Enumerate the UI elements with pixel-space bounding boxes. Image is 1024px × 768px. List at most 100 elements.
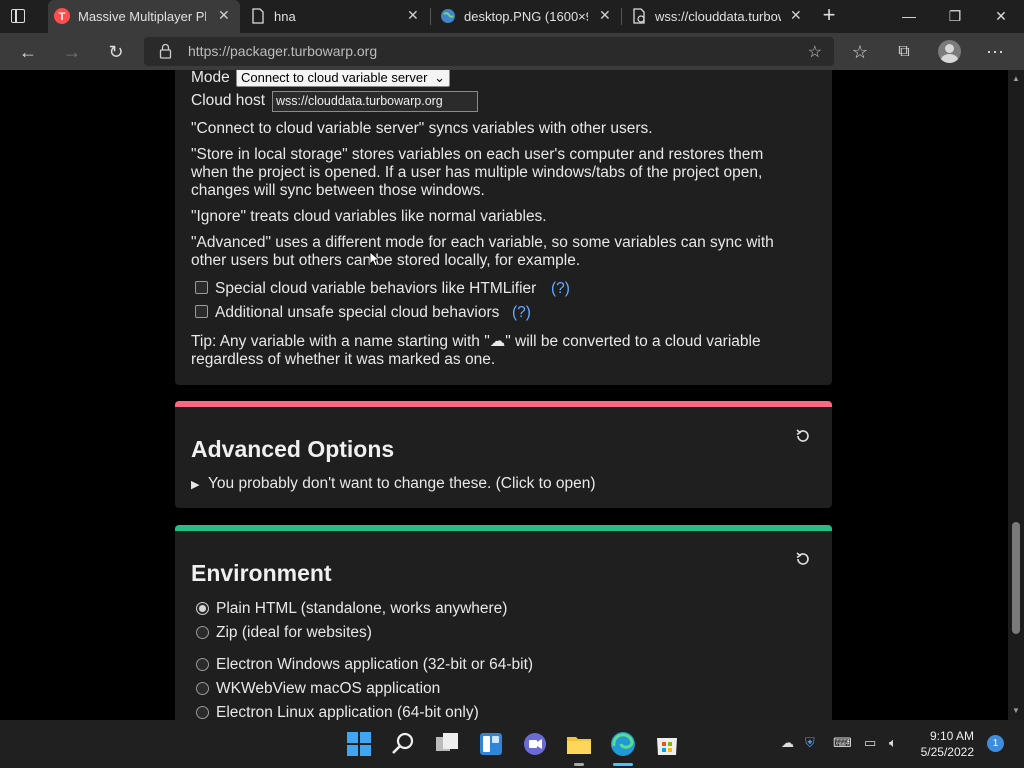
tab-clouddata[interactable]: wss://clouddata.turbow ✕ xyxy=(625,0,811,33)
svg-text:T: T xyxy=(59,11,66,23)
advanced-options-summary[interactable]: You probably don't want to change these.… xyxy=(208,475,596,493)
unsafe-cloud-behaviors-checkbox[interactable] xyxy=(195,305,208,318)
environment-title: Environment xyxy=(191,560,332,586)
cloud-desc-advanced-1: "Advanced" uses a different mode for eac… xyxy=(191,234,774,251)
running-indicator xyxy=(574,763,584,766)
env-radio-electron-linux[interactable] xyxy=(196,706,209,719)
document-icon xyxy=(633,8,645,24)
tab-title: Massive Multiplayer Pla xyxy=(78,9,206,24)
tab-title: desktop.PNG (1600×90 xyxy=(464,9,588,24)
clock-date: 5/25/2022 xyxy=(920,745,974,759)
advanced-options-card: Advanced Options ▶ You probably don't wa… xyxy=(175,401,832,508)
browser-tab-strip: T Massive Multiplayer Pla ✕ hna ✕ deskto… xyxy=(0,0,1024,33)
chevron-down-icon: ⌄ xyxy=(434,70,445,85)
minimize-button[interactable]: — xyxy=(886,0,932,33)
new-tab-button[interactable]: + xyxy=(818,4,840,26)
favorites-icon[interactable]: ☆ xyxy=(847,39,873,65)
advanced-options-title: Advanced Options xyxy=(191,436,395,462)
turbowarp-icon: T xyxy=(54,8,70,24)
refresh-button[interactable]: ↻ xyxy=(103,39,129,65)
collections-icon[interactable]: ⧉ xyxy=(891,39,917,65)
back-button[interactable]: ← xyxy=(15,39,41,65)
reset-icon[interactable] xyxy=(794,550,812,568)
security-warning-icon[interactable]: ⛨ xyxy=(805,735,815,751)
special-cloud-behaviors-checkbox[interactable] xyxy=(195,281,208,294)
help-link[interactable]: (?) xyxy=(512,304,531,322)
url-text[interactable]: https://packager.turbowarp.org xyxy=(188,43,377,59)
network-icon[interactable]: ▭ xyxy=(864,735,876,751)
notification-badge[interactable]: 1 xyxy=(987,735,1004,752)
cloud-variables-card: Mode Connect to cloud variable server ⌄ … xyxy=(175,70,832,385)
search-icon[interactable] xyxy=(388,729,418,759)
edge-browser-icon[interactable] xyxy=(608,729,638,759)
settings-menu-icon[interactable]: ⋯ xyxy=(982,39,1008,65)
close-icon[interactable]: ✕ xyxy=(218,7,230,24)
onedrive-offline-icon[interactable]: ☁ xyxy=(781,735,794,751)
forward-button[interactable]: → xyxy=(59,39,85,65)
keyboard-icon[interactable]: ⌨ xyxy=(833,735,852,751)
microsoft-store-icon[interactable] xyxy=(652,729,682,759)
cloud-desc-local-3: changes will sync between those windows. xyxy=(191,182,485,199)
scrollbar-thumb[interactable] xyxy=(1012,522,1020,634)
env-radio-electron-windows[interactable] xyxy=(196,658,209,671)
tab-actions-icon[interactable] xyxy=(11,9,25,23)
page-scrollbar[interactable]: ▲ ▼ xyxy=(1008,70,1024,720)
cloud-desc-ignore: "Ignore" treats cloud variables like nor… xyxy=(191,208,547,225)
env-option-label[interactable]: Plain HTML (standalone, works anywhere) xyxy=(216,600,507,618)
task-view-icon[interactable] xyxy=(432,729,462,759)
scroll-up-icon[interactable]: ▲ xyxy=(1012,74,1020,83)
globe-icon xyxy=(441,9,455,23)
page-content: Mode Connect to cloud variable server ⌄ … xyxy=(0,70,1008,720)
lock-icon[interactable] xyxy=(159,43,172,59)
env-option-label[interactable]: Electron Linux application (64-bit only) xyxy=(216,704,479,720)
help-link[interactable]: (?) xyxy=(551,280,570,298)
close-icon[interactable]: ✕ xyxy=(407,7,419,24)
close-icon[interactable]: ✕ xyxy=(790,7,802,24)
windows-taskbar: ☁ ⛨ ⌨ ▭ 🔈︎ 9:10 AM 5/25/2022 1 xyxy=(0,720,1024,768)
cloud-desc-connect: "Connect to cloud variable server" syncs… xyxy=(191,120,653,137)
active-indicator xyxy=(613,763,633,766)
env-radio-wkwebview-mac[interactable] xyxy=(196,682,209,695)
card-accent-bar xyxy=(175,401,832,407)
file-explorer-icon[interactable] xyxy=(564,729,594,759)
env-option-label[interactable]: Electron Windows application (32-bit or … xyxy=(216,656,533,674)
env-radio-zip[interactable] xyxy=(196,626,209,639)
tab-hna[interactable]: hna ✕ xyxy=(244,0,430,33)
cloud-desc-local-1: "Store in local storage" stores variable… xyxy=(191,146,764,163)
close-icon[interactable]: ✕ xyxy=(599,7,611,24)
cloud-desc-local-2: when the project is opened. If a user ha… xyxy=(191,164,763,181)
tab-desktop-png[interactable]: desktop.PNG (1600×90 ✕ xyxy=(434,0,620,33)
disclosure-triangle-icon[interactable]: ▶ xyxy=(191,476,199,494)
profile-avatar[interactable] xyxy=(938,40,961,63)
cloud-tip-1: Tip: Any variable with a name starting w… xyxy=(191,333,761,350)
unsafe-cloud-behaviors-label[interactable]: Additional unsafe special cloud behavior… xyxy=(215,304,499,322)
address-bar[interactable]: https://packager.turbowarp.org ☆ xyxy=(144,37,834,66)
tab-separator xyxy=(621,8,622,25)
page-icon xyxy=(252,8,264,24)
widgets-icon[interactable] xyxy=(476,729,506,759)
cloud-tip-2: regardless of whether it was marked as o… xyxy=(191,351,496,368)
reset-icon[interactable] xyxy=(794,427,812,445)
env-option-label[interactable]: Zip (ideal for websites) xyxy=(216,624,372,642)
mode-select-value: Connect to cloud variable server xyxy=(241,70,428,85)
windows-start-icon[interactable] xyxy=(344,729,374,759)
env-option-label[interactable]: WKWebView macOS application xyxy=(216,680,440,698)
cloud-host-input[interactable]: wss://clouddata.turbowarp.org xyxy=(272,91,478,112)
system-clock[interactable]: 9:10 AM 5/25/2022 xyxy=(912,728,974,760)
close-window-button[interactable]: ✕ xyxy=(978,0,1024,33)
browser-toolbar: ← → ↻ https://packager.turbowarp.org ☆ ☆… xyxy=(0,33,1024,70)
restore-button[interactable]: ❐ xyxy=(932,0,978,33)
volume-icon[interactable]: 🔈︎ xyxy=(889,735,897,751)
card-accent-bar xyxy=(175,525,832,531)
scroll-down-icon[interactable]: ▼ xyxy=(1012,706,1020,715)
clock-time: 9:10 AM xyxy=(929,729,974,743)
tab-massive-multiplayer[interactable]: T Massive Multiplayer Pla ✕ xyxy=(48,0,240,33)
add-favorite-icon[interactable]: ☆ xyxy=(808,42,822,62)
teams-chat-icon[interactable] xyxy=(520,729,550,759)
tab-title: wss://clouddata.turbow xyxy=(655,9,781,24)
special-cloud-behaviors-label[interactable]: Special cloud variable behaviors like HT… xyxy=(215,280,536,298)
mode-select[interactable]: Connect to cloud variable server ⌄ xyxy=(236,70,450,87)
cloud-desc-advanced-2: other users but others can be stored loc… xyxy=(191,252,581,269)
tab-title: hna xyxy=(274,9,296,24)
env-radio-plain-html[interactable] xyxy=(196,602,209,615)
